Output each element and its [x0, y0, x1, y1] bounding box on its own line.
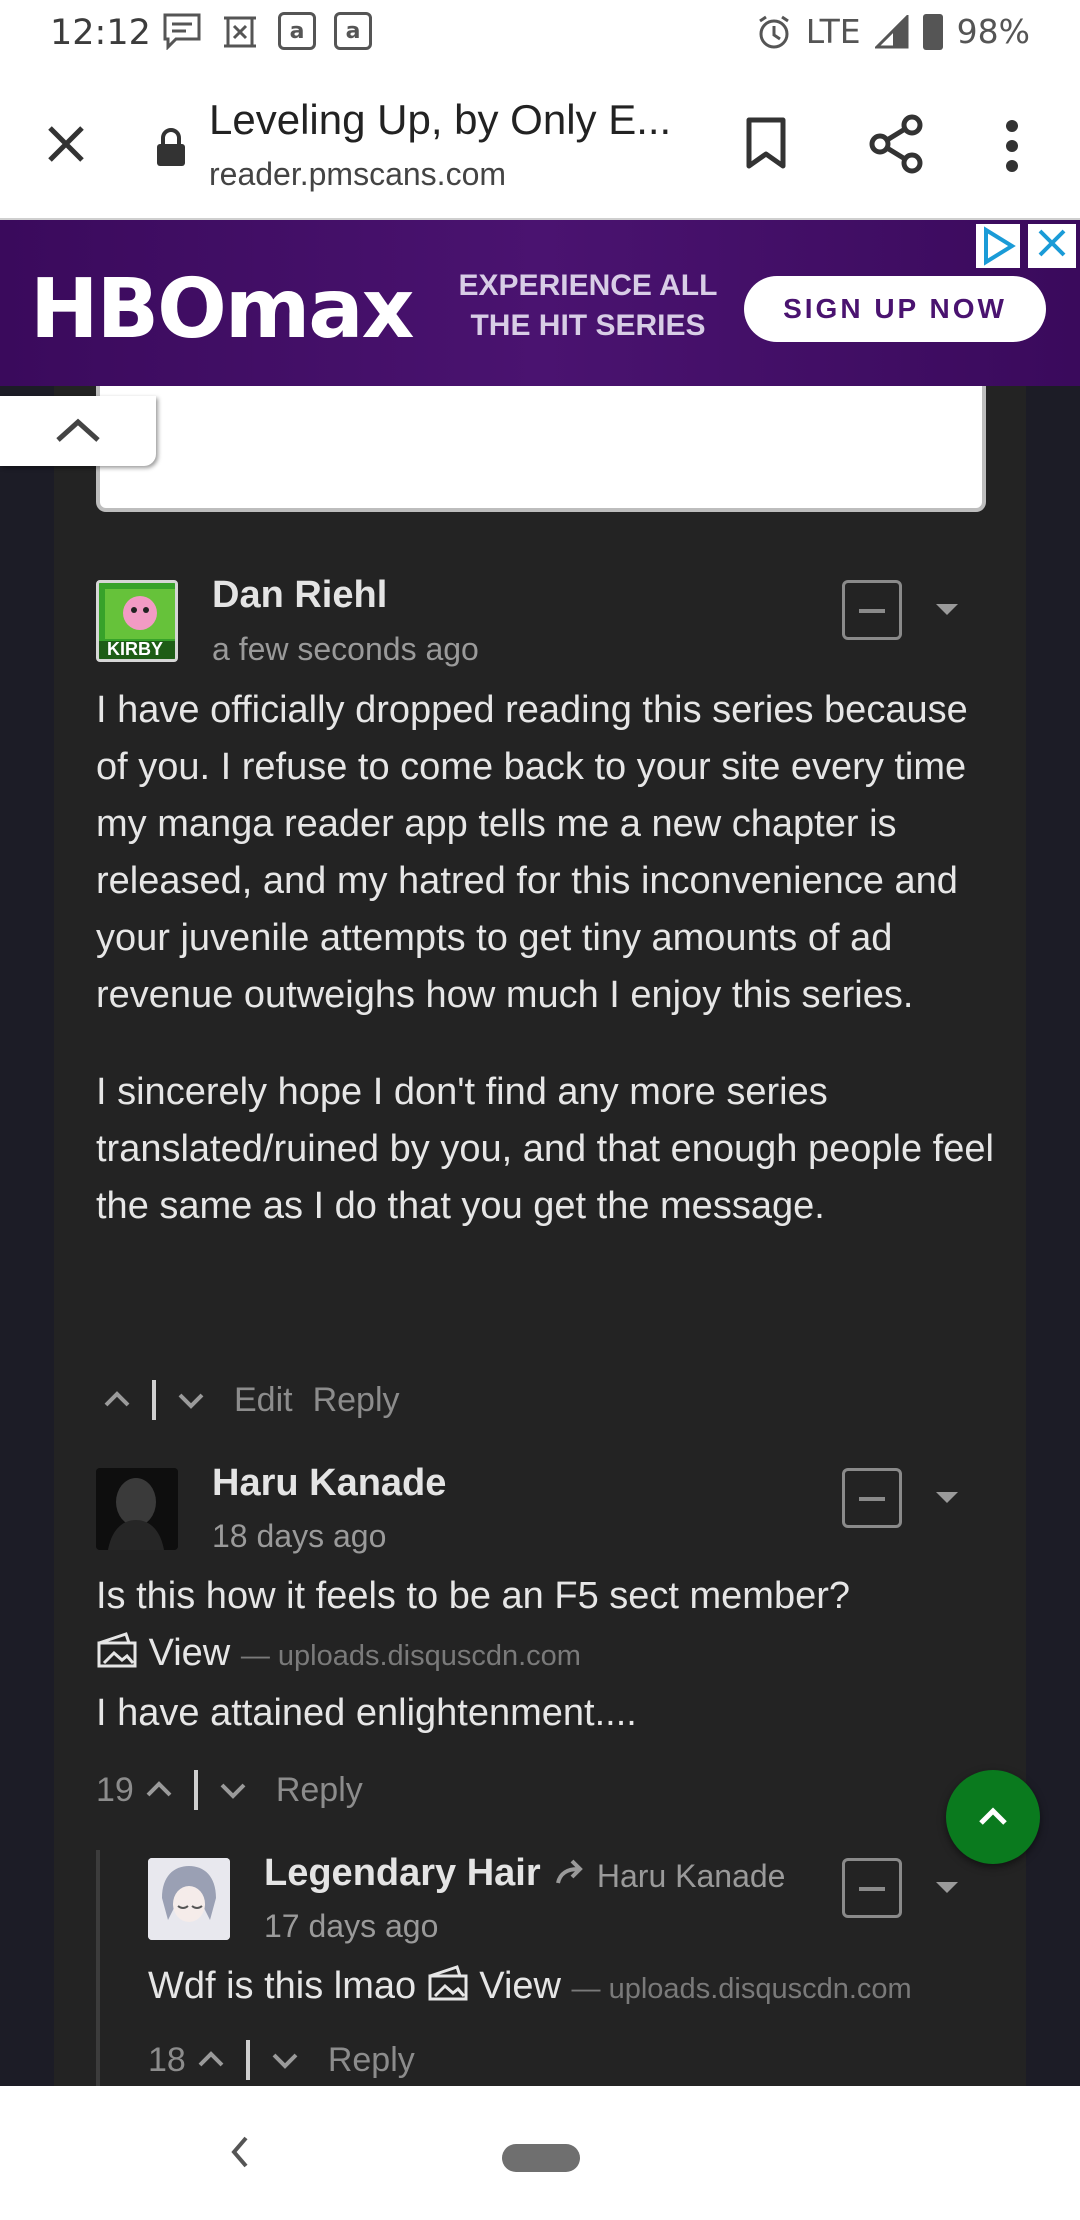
- comment-body: I have officially dropped reading this s…: [96, 682, 996, 1235]
- downvote-icon[interactable]: [268, 2043, 302, 2077]
- reply-to[interactable]: Haru Kanade: [556, 1858, 785, 1895]
- downvote-icon[interactable]: [174, 1383, 208, 1417]
- reply-link[interactable]: Reply: [276, 1771, 363, 1810]
- media-embed[interactable]: View — uploads.disquscdn.com: [96, 1625, 1016, 1685]
- avatar-label: KIRBY: [107, 639, 164, 659]
- avatar[interactable]: [148, 1858, 230, 1940]
- comment-actions: 18 Reply: [148, 2040, 415, 2080]
- view-media-link[interactable]: View: [149, 1632, 231, 1674]
- minimize-comment-button[interactable]: [842, 580, 902, 640]
- comment-line: Is this how it feels to be an F5 sect me…: [96, 1575, 851, 1617]
- reply-arrow-icon: [556, 1859, 583, 1884]
- browser-toolbar: Leveling Up, by Only E... reader.pmscans…: [0, 66, 1080, 220]
- vote-count: 19: [96, 1770, 134, 1809]
- comment-time[interactable]: 18 days ago: [212, 1518, 386, 1555]
- reply-link[interactable]: Reply: [328, 2041, 415, 2080]
- collapse-button[interactable]: [0, 396, 156, 466]
- upvote-icon[interactable]: [142, 1773, 176, 1807]
- thread-indent-line: [96, 1850, 100, 2086]
- lock-icon: [157, 128, 185, 166]
- comment-author[interactable]: Haru Kanade: [212, 1462, 446, 1505]
- ad-close-icon[interactable]: [1028, 224, 1076, 268]
- comment-body: Wdf is this lmao View — uploads.disquscd…: [148, 1958, 1028, 2018]
- network-type: LTE: [805, 12, 861, 51]
- reply-to-author[interactable]: Haru Kanade: [597, 1858, 786, 1894]
- comment-author[interactable]: Legendary Hair: [264, 1852, 541, 1895]
- ad-tagline: EXPERIENCE ALL THE HIT SERIES: [458, 269, 718, 342]
- view-media-link[interactable]: View: [479, 1965, 561, 2007]
- reply-link[interactable]: Reply: [313, 1381, 400, 1420]
- hbomax-logo: HBOmax: [30, 262, 415, 357]
- bookmark-icon[interactable]: [744, 116, 788, 170]
- comment-textarea[interactable]: [96, 386, 986, 512]
- comment-menu-caret-icon[interactable]: [936, 1882, 958, 1893]
- comment-actions: 19 Reply: [96, 1770, 363, 1810]
- scroll-to-top-button[interactable]: [946, 1770, 1040, 1864]
- sign-up-button[interactable]: SIGN UP NOW: [744, 276, 1046, 342]
- image-icon: [97, 1632, 137, 1668]
- edit-link[interactable]: Edit: [234, 1381, 293, 1420]
- page-url[interactable]: reader.pmscans.com: [209, 156, 506, 193]
- chevron-up-icon: [979, 1807, 1007, 1825]
- status-bar: 12:12 a a LTE 98%: [0, 0, 1080, 66]
- vote-separator: [193, 1770, 198, 1810]
- vote-separator: [245, 2040, 250, 2080]
- adchoices-icon[interactable]: [976, 224, 1020, 268]
- battery-icon: [922, 13, 943, 50]
- comment-time[interactable]: 17 days ago: [264, 1908, 438, 1945]
- amazon-icon: a: [334, 12, 372, 50]
- home-pill[interactable]: [502, 2144, 580, 2172]
- system-icons: LTE 98%: [756, 12, 1030, 51]
- comment-menu-caret-icon[interactable]: [936, 604, 958, 615]
- vote-count: 18: [148, 2040, 186, 2079]
- amazon-icon: a: [278, 12, 316, 50]
- message-icon: [163, 13, 201, 50]
- media-source[interactable]: — uploads.disquscdn.com: [241, 1640, 581, 1672]
- downvote-icon[interactable]: [216, 1773, 250, 1807]
- ad-banner[interactable]: HBOmax EXPERIENCE ALL THE HIT SERIES SIG…: [0, 220, 1080, 386]
- page-title[interactable]: Leveling Up, by Only E...: [209, 96, 671, 144]
- share-icon[interactable]: [868, 114, 924, 174]
- battery-level: 98%: [956, 12, 1030, 51]
- comments-panel: [54, 386, 1026, 2086]
- comment-paragraph: I sincerely hope I don't find any more s…: [96, 1071, 994, 1227]
- comment-text: Wdf is this lmao: [148, 1965, 417, 2007]
- comment-line: I have attained enlightenment....: [96, 1692, 637, 1734]
- system-nav-bar: [0, 2086, 1080, 2220]
- image-icon: [428, 1965, 468, 2001]
- comment-time[interactable]: a few seconds ago: [212, 631, 479, 668]
- avatar[interactable]: KIRBY: [96, 580, 178, 662]
- comment-author[interactable]: Dan Riehl: [212, 574, 387, 617]
- minimize-comment-button[interactable]: [842, 1858, 902, 1918]
- notification-icons: a a: [162, 12, 372, 50]
- avatar[interactable]: [96, 1468, 178, 1550]
- upvote-icon[interactable]: [100, 1383, 134, 1417]
- comment-paragraph: I have officially dropped reading this s…: [96, 689, 968, 1016]
- status-time: 12:12: [50, 13, 151, 53]
- signal-icon: [874, 14, 909, 48]
- alarm-icon: [758, 15, 789, 48]
- comment-body: Is this how it feels to be an F5 sect me…: [96, 1568, 1016, 1742]
- close-tab-icon[interactable]: [40, 118, 92, 170]
- upvote-icon[interactable]: [194, 2043, 228, 2077]
- comment-menu-caret-icon[interactable]: [936, 1492, 958, 1503]
- news-icon: [224, 16, 256, 48]
- media-source[interactable]: — uploads.disquscdn.com: [572, 1973, 912, 2005]
- back-icon[interactable]: [224, 2132, 254, 2172]
- vote-separator: [152, 1380, 156, 1420]
- minimize-comment-button[interactable]: [842, 1468, 902, 1528]
- comment-actions: Edit Reply: [100, 1380, 400, 1420]
- overflow-menu-icon[interactable]: [1004, 120, 1020, 172]
- chevron-up-icon: [56, 418, 100, 442]
